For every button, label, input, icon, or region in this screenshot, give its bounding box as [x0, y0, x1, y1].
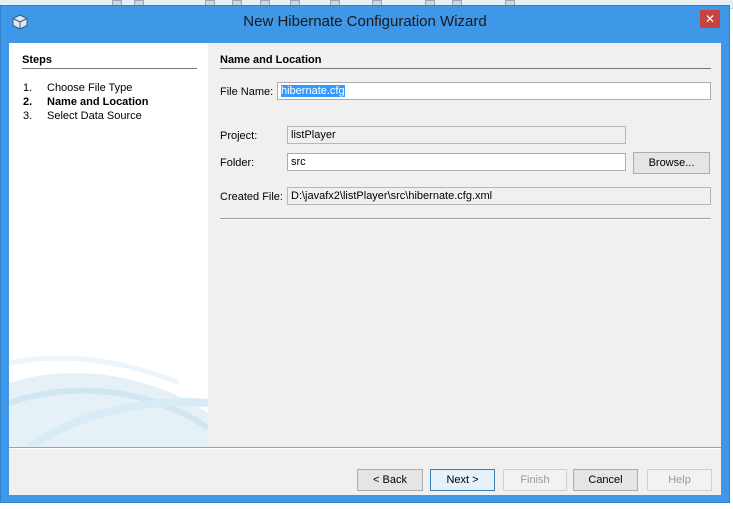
close-icon: ✕ [704, 12, 716, 26]
folder-label: Folder: [220, 157, 255, 169]
title-bar[interactable]: New Hibernate Configuration Wizard ✕ [1, 6, 729, 39]
project-field: listPlayer [287, 126, 626, 144]
step-item: 1. Choose File Type [23, 81, 148, 95]
step-number: 2. [23, 96, 33, 108]
steps-list: 1. Choose File Type 2. Name and Location 3… [23, 81, 148, 123]
file-name-label: File Name: [220, 86, 274, 98]
step-label: Name and Location [47, 96, 149, 108]
step-label: Choose File Type [47, 82, 133, 94]
project-label: Project: [220, 130, 258, 142]
browse-button[interactable]: Browse... [633, 152, 710, 174]
created-file-field: D:\javafx2\listPlayer\src\hibernate.cfg.… [287, 187, 711, 205]
step-label: Select Data Source [47, 110, 142, 122]
step-item: 3. Select Data Source [23, 109, 148, 123]
file-name-selected-text: hibernate.cfg [281, 85, 345, 97]
help-button[interactable]: Help [647, 469, 712, 491]
dialog-body: Steps 1. Choose File Type 2. Name and Loca… [9, 43, 721, 495]
next-button[interactable]: Next > [430, 469, 495, 491]
back-button[interactable]: < Back [357, 469, 423, 491]
steps-panel: Steps 1. Choose File Type 2. Name and Loca… [9, 43, 208, 447]
button-bar-separator [9, 447, 721, 449]
wizard-dialog: New Hibernate Configuration Wizard ✕ Ste… [0, 5, 730, 503]
file-name-input[interactable]: hibernate.cfg [277, 82, 711, 100]
steps-title: Steps [22, 54, 197, 69]
finish-button[interactable]: Finish [503, 469, 567, 491]
step-number: 1. [23, 82, 33, 94]
created-file-label: Created File: [220, 191, 283, 203]
section-title: Name and Location [220, 54, 711, 69]
close-button[interactable]: ✕ [700, 10, 720, 28]
content-panel: Name and Location File Name: hibernate.c… [220, 43, 711, 447]
folder-input[interactable]: src [287, 153, 626, 171]
step-number: 3. [23, 110, 33, 122]
decorative-swoosh [9, 355, 208, 447]
window-title: New Hibernate Configuration Wizard [243, 13, 487, 30]
content-separator [220, 218, 711, 220]
step-item-current: 2. Name and Location [23, 95, 148, 109]
cancel-button[interactable]: Cancel [573, 469, 638, 491]
